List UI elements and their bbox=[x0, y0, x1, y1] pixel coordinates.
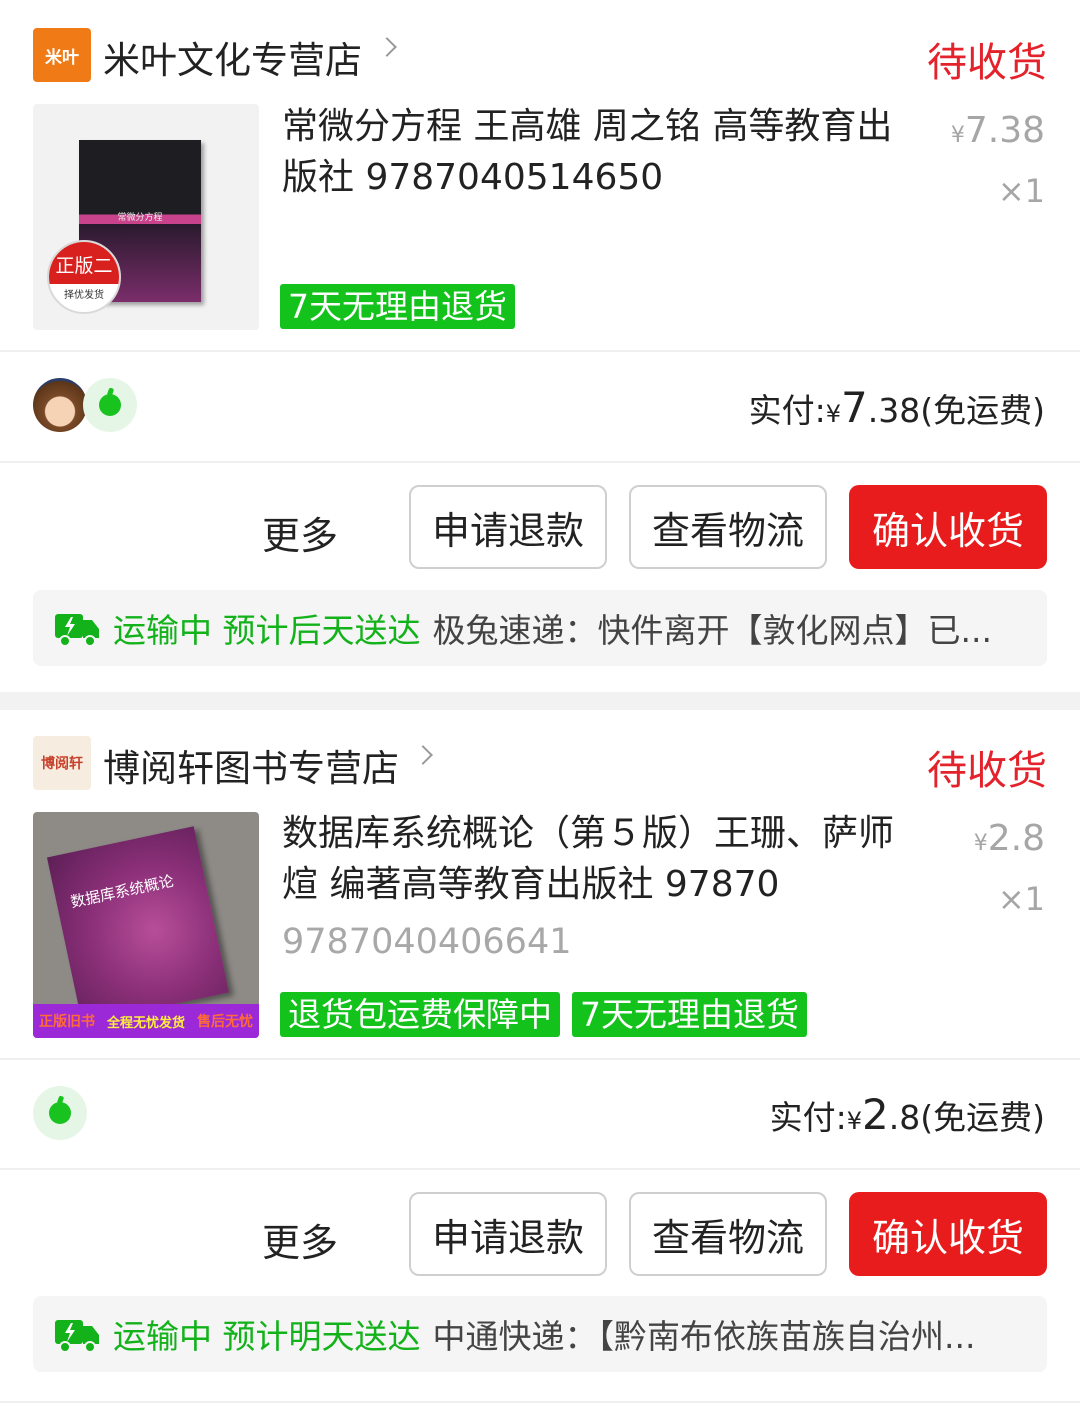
shop-logo[interactable]: 米叶 bbox=[33, 28, 91, 82]
product-title[interactable]: 数据库系统概论（第５版）王珊、萨师煊 编著高等教育出版社 97870 bbox=[282, 808, 902, 910]
view-logistics-button[interactable]: 查看物流 bbox=[629, 1192, 827, 1276]
chevron-right-icon[interactable] bbox=[377, 37, 397, 57]
view-logistics-button[interactable]: 查看物流 bbox=[629, 485, 827, 569]
product-thumbnail[interactable]: 数据库系统概论 正版旧书 全程无忧发货 售后无忧 bbox=[33, 812, 259, 1038]
confirm-receipt-button[interactable]: 确认收货 bbox=[849, 485, 1047, 569]
shipping-detail: 中通快递：【黔南布依族苗族自治州... bbox=[432, 1317, 976, 1356]
more-button[interactable]: 更多 bbox=[262, 1212, 338, 1267]
strip-right-text: 售后无忧 bbox=[196, 1014, 253, 1030]
price-currency: ¥ bbox=[973, 831, 988, 856]
apple-icon bbox=[99, 394, 121, 416]
shipping-status-bar[interactable]: 运输中 预计后天送达 极兔速递：快件离开【敦化网点】已... bbox=[33, 590, 1047, 666]
apple-icon bbox=[49, 1102, 71, 1124]
price-value: 2.8 bbox=[987, 818, 1045, 859]
book-cover: 数据库系统概论 bbox=[46, 826, 230, 1024]
service-tag: 7天无理由退货 bbox=[280, 284, 515, 329]
seal-top-text: 正版二手 bbox=[49, 242, 119, 312]
service-tag: 退货包运费保障中 bbox=[280, 992, 560, 1037]
item-price: ¥2.8 bbox=[974, 818, 1045, 859]
paid-currency: ¥ bbox=[825, 400, 842, 428]
friend-avatars[interactable] bbox=[33, 378, 137, 432]
apple-avatar[interactable] bbox=[33, 1086, 87, 1140]
apple-avatar[interactable] bbox=[83, 378, 137, 432]
service-tag: 7天无理由退货 bbox=[572, 992, 807, 1037]
paid-amount: 实付:¥7.38(免运费) bbox=[749, 383, 1045, 432]
product-thumbnail[interactable]: 常微分方程 正版二手 择优发货 bbox=[33, 104, 259, 330]
order-card: 博阅轩 博阅轩图书专营店 待收货 数据库系统概论 正版旧书 全程无忧发货 售后无… bbox=[0, 710, 1080, 1403]
price-value: 7.38 bbox=[964, 110, 1045, 151]
order-status: 待收货 bbox=[927, 748, 1047, 794]
order-card: 米叶 米叶文化专营店 待收货 常微分方程 正版二手 择优发货 常微分方程 王高雄… bbox=[0, 0, 1080, 692]
paid-label: 实付: bbox=[748, 391, 826, 430]
chevron-right-icon[interactable] bbox=[413, 745, 433, 765]
shipping-status: 运输中 预计后天送达 bbox=[113, 611, 421, 650]
paid-currency: ¥ bbox=[846, 1107, 863, 1135]
divider bbox=[0, 1168, 1080, 1170]
divider bbox=[0, 1058, 1080, 1060]
order-status: 待收货 bbox=[927, 40, 1047, 86]
divider bbox=[0, 350, 1080, 352]
shipping-status: 运输中 预计明天送达 bbox=[113, 1317, 421, 1356]
paid-amount: 实付:¥2.8(免运费) bbox=[770, 1090, 1045, 1139]
product-title[interactable]: 常微分方程 王高雄 周之铭 高等教育出版社 9787040514650 bbox=[282, 101, 902, 203]
order-actions: 更多 申请退款 查看物流 确认收货 bbox=[0, 1192, 1080, 1278]
refund-button[interactable]: 申请退款 bbox=[409, 1192, 607, 1276]
order-actions: 更多 申请退款 查看物流 确认收货 bbox=[0, 485, 1080, 571]
truck-icon bbox=[55, 1320, 99, 1353]
seal-bottom-text: 择优发货 bbox=[64, 290, 104, 301]
item-quantity: ×1 bbox=[997, 172, 1045, 210]
strip-left-text: 正版旧书 bbox=[39, 1014, 95, 1030]
cover-title: 数据库系统概论 bbox=[68, 871, 176, 912]
strip-mid-text: 全程无忧发货 bbox=[106, 1015, 185, 1031]
shipping-fee-note: (免运费) bbox=[920, 1098, 1045, 1137]
paid-int: 2 bbox=[862, 1090, 889, 1139]
refund-button[interactable]: 申请退款 bbox=[409, 485, 607, 569]
price-currency: ¥ bbox=[950, 123, 965, 148]
cover-title: 常微分方程 bbox=[117, 213, 163, 223]
avatar[interactable] bbox=[33, 378, 87, 432]
item-quantity: ×1 bbox=[997, 880, 1045, 918]
paid-int: 7 bbox=[841, 383, 868, 432]
confirm-receipt-button[interactable]: 确认收货 bbox=[849, 1192, 1047, 1276]
paid-label: 实付: bbox=[769, 1098, 847, 1137]
service-tags: 7天无理由退货 bbox=[280, 284, 515, 329]
divider bbox=[0, 461, 1080, 463]
cover-seal: 正版二手 择优发货 bbox=[47, 240, 121, 314]
shipping-detail: 极兔速递：快件离开【敦化网点】已... bbox=[432, 611, 992, 650]
shop-name[interactable]: 博阅轩图书专营店 bbox=[103, 738, 399, 792]
truck-icon bbox=[55, 614, 99, 647]
service-tags: 退货包运费保障中 7天无理由退货 bbox=[280, 992, 807, 1037]
cover-strip: 正版旧书 全程无忧发货 售后无忧 bbox=[33, 1004, 259, 1038]
paid-dec: .8 bbox=[888, 1098, 921, 1137]
item-price: ¥7.38 bbox=[951, 110, 1045, 151]
paid-dec: .38 bbox=[867, 391, 921, 430]
product-title-overflow[interactable]: 9787040406641 bbox=[282, 922, 572, 962]
shop-name[interactable]: 米叶文化专营店 bbox=[103, 30, 362, 84]
shipping-fee-note: (免运费) bbox=[920, 391, 1045, 430]
friend-avatars[interactable] bbox=[33, 1086, 87, 1140]
order-separator bbox=[0, 692, 1080, 710]
more-button[interactable]: 更多 bbox=[262, 505, 338, 560]
shop-logo[interactable]: 博阅轩 bbox=[33, 736, 91, 790]
shipping-status-bar[interactable]: 运输中 预计明天送达 中通快递：【黔南布依族苗族自治州... bbox=[33, 1296, 1047, 1372]
